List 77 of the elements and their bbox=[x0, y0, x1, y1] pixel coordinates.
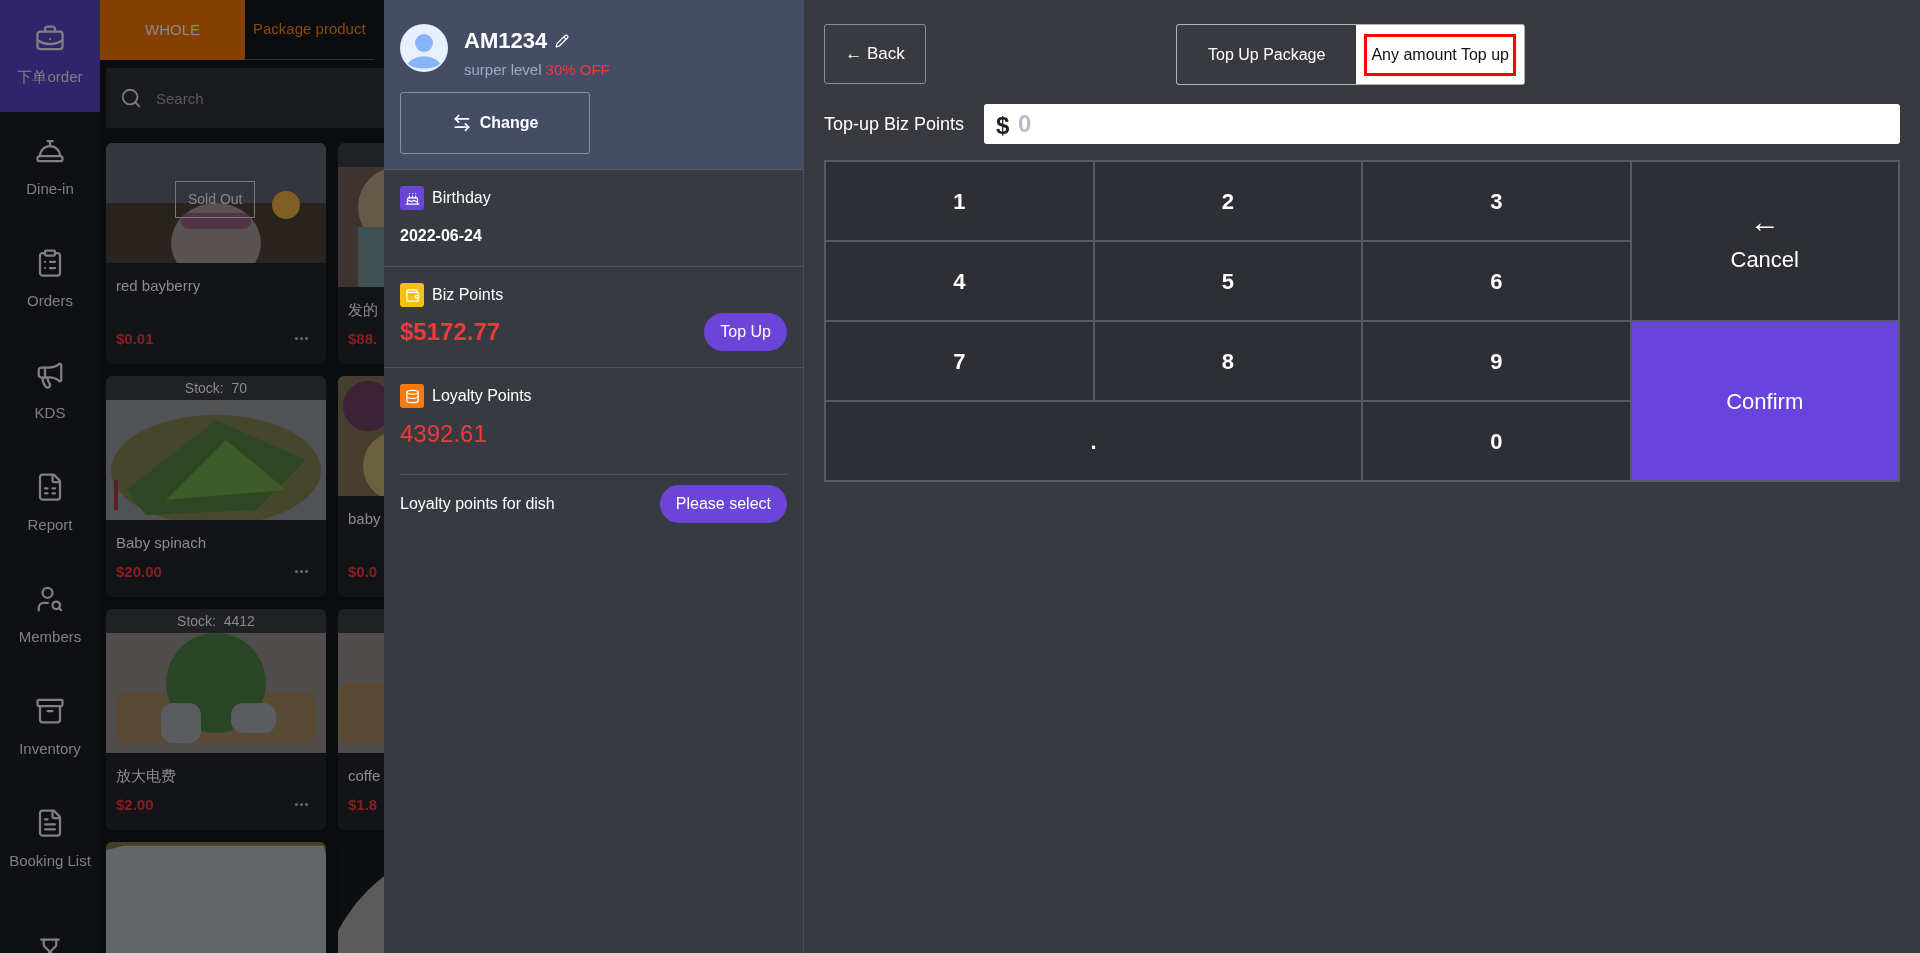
top-up-button[interactable]: Top Up bbox=[704, 313, 787, 351]
back-button[interactable]: ← Back bbox=[824, 24, 926, 84]
sidebar-item[interactable]: KDS bbox=[0, 336, 100, 448]
product-name: Baby spinach bbox=[115, 533, 208, 553]
birthday-value: 2022-06-24 bbox=[400, 226, 483, 246]
product-card[interactable]: baby $0.0 bbox=[338, 376, 384, 597]
more-icon[interactable] bbox=[295, 337, 308, 341]
keypad-key[interactable]: 7 bbox=[825, 321, 1094, 401]
more-icon[interactable] bbox=[295, 570, 308, 574]
mode-tab[interactable]: Top Up Package bbox=[1177, 25, 1357, 84]
sidebar-label: Inventory bbox=[19, 738, 81, 759]
product-name: 放大电费 bbox=[115, 766, 177, 786]
sidebar-item[interactable]: Orders bbox=[0, 224, 100, 336]
keypad-key[interactable]: 3 bbox=[1362, 161, 1631, 241]
edit-icon[interactable] bbox=[555, 33, 570, 48]
stock-label: Stock: 70 bbox=[184, 378, 248, 398]
stock-label: Stock: 4412 bbox=[177, 611, 255, 631]
product-name: coffe bbox=[347, 766, 382, 786]
cancel-key[interactable]: ← Cancel bbox=[1630, 161, 1899, 321]
search-field[interactable]: Search bbox=[106, 68, 384, 128]
dish-points-label: Loyalty points for dish bbox=[400, 494, 555, 514]
keypad-key[interactable]: 8 bbox=[1093, 321, 1362, 401]
coins-icon bbox=[400, 384, 424, 408]
sidebar-item[interactable]: Dine-in bbox=[0, 112, 100, 224]
product-card[interactable]: coffe $1.8 bbox=[338, 609, 384, 830]
search-icon bbox=[120, 87, 142, 109]
loyalty-points-label: Loyalty Points bbox=[432, 386, 532, 406]
product-name: red bayberry bbox=[115, 276, 202, 296]
sidebar-item[interactable]: Booking List bbox=[0, 784, 100, 896]
sidebar-label: Report bbox=[27, 514, 73, 535]
keypad-key[interactable]: . bbox=[825, 401, 1362, 481]
product-price: $1.8 bbox=[348, 794, 378, 815]
sidebar-label: Members bbox=[18, 626, 82, 647]
avatar-icon bbox=[400, 24, 448, 72]
loyalty-points-value: 4392.61 bbox=[400, 419, 488, 449]
keypad-key[interactable]: 4 bbox=[825, 241, 1094, 321]
sold-out-badge: Sold Out bbox=[175, 181, 256, 218]
product-card[interactable]: Stock: 4412 放大电费 $2.00 bbox=[106, 609, 326, 830]
biz-points-value: $5172.77 bbox=[400, 317, 501, 347]
product-price: $20.00 bbox=[116, 561, 162, 582]
sidebar-label: Orders bbox=[27, 290, 73, 311]
sidebar-item[interactable]: Report bbox=[0, 448, 100, 560]
sidebar-label: KDS bbox=[34, 402, 66, 423]
change-button[interactable]: Change bbox=[400, 91, 590, 154]
discount-label: 30% OFF bbox=[545, 60, 610, 80]
sidebar-item[interactable]: Inventory bbox=[0, 672, 100, 784]
product-card[interactable]: 发的 $88. bbox=[338, 143, 384, 364]
more-icon[interactable] bbox=[295, 803, 308, 807]
member-name: AM1234 bbox=[464, 27, 548, 55]
product-name: baby bbox=[347, 509, 382, 529]
keypad-key[interactable]: 1 bbox=[825, 161, 1094, 241]
member-level: surper level bbox=[464, 60, 542, 80]
product-price: $0.0 bbox=[348, 561, 378, 582]
birthday-label: Birthday bbox=[432, 188, 491, 208]
select-button[interactable]: Please select bbox=[659, 485, 787, 523]
sidebar-label: Dine-in bbox=[26, 178, 74, 199]
sidebar-label: Booking List bbox=[9, 850, 91, 871]
keypad-key[interactable]: 6 bbox=[1362, 241, 1631, 321]
product-price: $0.01 bbox=[116, 328, 154, 349]
keypad-key[interactable]: 0 bbox=[1362, 401, 1631, 481]
product-card[interactable]: Sold Out red bayberry $0.01 bbox=[106, 143, 326, 364]
confirm-key[interactable]: Confirm bbox=[1630, 321, 1899, 481]
product-card[interactable]: Stock: 70 Baby spinach $20.00 bbox=[106, 376, 326, 597]
cake-icon bbox=[400, 186, 424, 210]
sidebar-item[interactable]: Members bbox=[0, 560, 100, 672]
biz-points-label: Biz Points bbox=[432, 285, 504, 305]
product-name: 发的 bbox=[347, 300, 379, 320]
product-price: $88. bbox=[348, 328, 378, 349]
sidebar-item[interactable]: 下单order bbox=[0, 0, 100, 112]
amount-label: Top-up Biz Points bbox=[824, 112, 965, 136]
keypad-key[interactable]: 5 bbox=[1093, 241, 1362, 321]
sidebar-label: 下单order bbox=[17, 66, 83, 87]
product-price: $2.00 bbox=[116, 794, 154, 815]
keypad-key[interactable]: 2 bbox=[1093, 161, 1362, 241]
wallet-icon bbox=[400, 283, 424, 307]
currency-label: $ bbox=[996, 111, 1010, 141]
keypad-key[interactable]: 9 bbox=[1362, 321, 1631, 401]
